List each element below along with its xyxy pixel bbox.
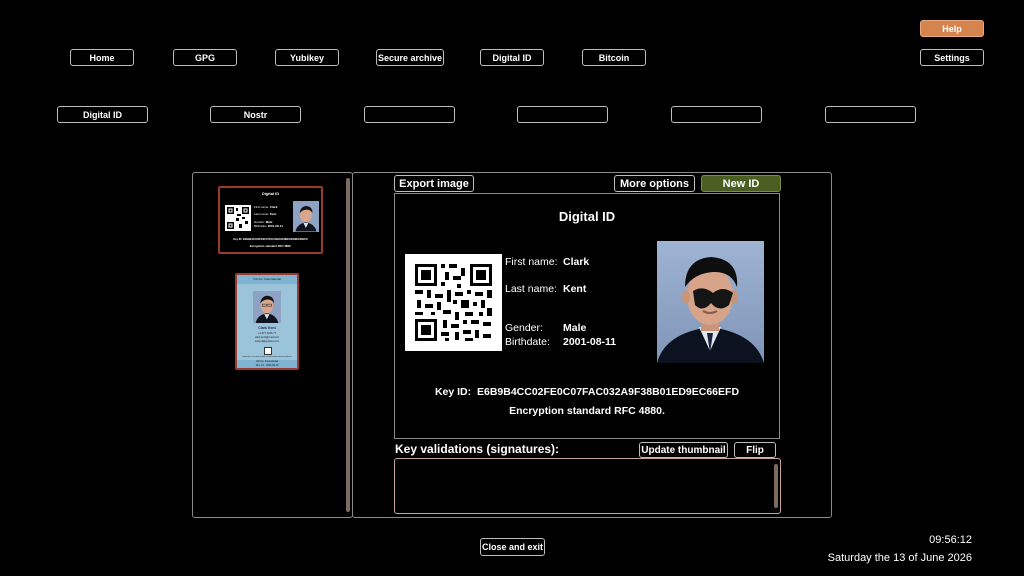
thumb2-header: Vdr Inc. International [237, 275, 297, 284]
home-button[interactable]: Home [70, 49, 134, 66]
first-name-label: First name: [505, 256, 558, 268]
new-id-button[interactable]: New ID [701, 175, 781, 192]
thumb1-enc-line: Encryption standard RFC 4880. [249, 244, 292, 248]
encryption-line: Encryption standard RFC 4880. [509, 405, 665, 417]
key-id-line: Key ID: E6B9B4CC02FE0C07FAC032A9F38B01ED… [395, 386, 779, 398]
gender-label: Gender: [505, 322, 543, 334]
thumb2-footer-line2: Rev 1.0 · 2026-06-13 [255, 363, 279, 367]
help-button[interactable]: Help [920, 20, 984, 37]
settings-button[interactable]: Settings [920, 49, 984, 66]
thumbnail-card-business[interactable]: Vdr Inc. International Clark Kent +1 877… [235, 273, 299, 370]
key-id-label: Key ID: [434, 386, 472, 398]
first-name-value: Clark [563, 256, 590, 268]
gender-value: Male [563, 322, 587, 334]
birthdate-value: 2001-08-11 [563, 336, 617, 348]
flip-button[interactable]: Flip [734, 442, 776, 458]
gpg-button[interactable]: GPG [173, 49, 237, 66]
thumb1-birth-label: Birthdate: [254, 224, 267, 228]
birthdate-label: Birthdate: [505, 336, 550, 348]
signatures-label: Key validations (signatures): [395, 442, 560, 456]
export-image-button[interactable]: Export image [394, 175, 474, 192]
thumb2-name: Clark Kent [258, 326, 276, 330]
thumb2-photo [253, 291, 281, 323]
thumb1-photo [293, 201, 319, 232]
thumb1-last-value: Kent [269, 212, 277, 216]
signatures-box[interactable] [394, 458, 781, 514]
thumbnail-list-scrollbar[interactable] [346, 178, 350, 512]
thumb1-key-line: Key ID: E6B9B4CC02FE0C07FAC032A9F38B01ED… [233, 238, 308, 241]
last-name-value: Kent [563, 283, 587, 295]
clock-time: 09:56:12 [929, 534, 972, 546]
nostr-button[interactable]: Nostr [210, 106, 301, 123]
sub-digital-id-button[interactable]: Digital ID [57, 106, 148, 123]
thumb2-footer: Vdr Inc. International Rev 1.0 · 2026-06… [237, 360, 297, 368]
thumb1-qr-code [225, 205, 251, 231]
thumb2-qr-code [264, 347, 272, 355]
sub-slot-6-button[interactable] [825, 106, 916, 123]
key-id-value: E6B9B4CC02FE0C07FAC032A9F38B01ED9EC66EFD [476, 386, 740, 398]
thumb2-details: +1 877 3346 77 clark.kent@mail.com www.d… [237, 332, 297, 344]
close-and-exit-button[interactable]: Close and exit [480, 538, 545, 556]
thumb1-first-label: First name: [254, 205, 270, 209]
last-name-label: Last name: [505, 283, 557, 295]
secure-archive-button[interactable]: Secure archive [376, 49, 444, 66]
digital-id-card: Digital ID First name: Clark Last name: … [394, 193, 780, 439]
id-photo [657, 241, 764, 363]
thumb1-birth-value: 2001-08-11 [267, 224, 283, 228]
thumb1-first-value: Clark [269, 205, 278, 209]
thumb1-last-label: Last name: [254, 212, 269, 216]
sub-slot-5-button[interactable] [671, 106, 762, 123]
digital-id-button[interactable]: Digital ID [480, 49, 544, 66]
thumb1-fields: First name: Clark Last name: Kent Gender… [254, 205, 283, 228]
thumbnail-card-digital-id[interactable]: Digital ID First name: Clark Last name: … [218, 186, 323, 254]
update-thumbnail-button[interactable]: Update thumbnail [639, 442, 728, 458]
clock-date: Saturday the 13 of June 2026 [827, 552, 972, 564]
sub-slot-4-button[interactable] [517, 106, 608, 123]
thumb2-web: www.dailyplanet.com [254, 340, 280, 343]
sub-slot-3-button[interactable] [364, 106, 455, 123]
signatures-scrollbar[interactable] [774, 464, 778, 508]
qr-code [405, 254, 502, 351]
thumb1-title: Digital ID [261, 191, 280, 196]
thumb2-key: E6B9B4CC02FE0C07FAC032A9F38B01ED9EC66EFD [242, 356, 292, 358]
bitcoin-button[interactable]: Bitcoin [582, 49, 646, 66]
more-options-button[interactable]: More options [614, 175, 695, 192]
card-title: Digital ID [558, 209, 616, 224]
yubikey-button[interactable]: Yubikey [275, 49, 339, 66]
